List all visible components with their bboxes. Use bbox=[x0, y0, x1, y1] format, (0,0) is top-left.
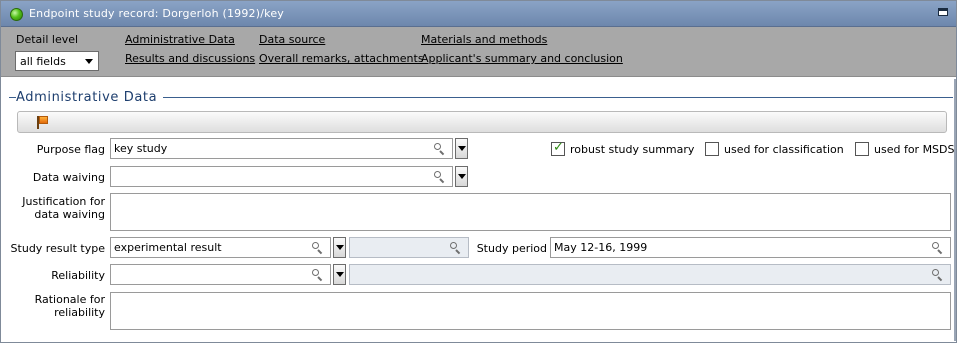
rationale-label-line-2: reliability bbox=[54, 306, 105, 319]
justification-label-line-1: Justification for bbox=[22, 195, 105, 208]
study-result-type-field[interactable]: experimental result bbox=[110, 237, 331, 258]
data-waiving-field[interactable] bbox=[110, 166, 453, 187]
search-icon[interactable] bbox=[434, 171, 446, 184]
window-title: Endpoint study record: Dorgerloh (1992)/… bbox=[29, 7, 284, 20]
scrollbar-edge bbox=[954, 79, 956, 341]
check-icon: ✓ bbox=[553, 140, 564, 155]
flag-bar[interactable] bbox=[17, 111, 947, 133]
study-result-type-label: Study result type bbox=[10, 242, 105, 255]
nav-link-administrative-data[interactable]: Administrative Data bbox=[125, 33, 235, 46]
used-for-msds-label: used for MSDS bbox=[874, 143, 955, 156]
study-period-value: May 12-16, 1999 bbox=[554, 241, 648, 254]
study-period-field[interactable]: May 12-16, 1999 bbox=[550, 237, 951, 258]
reliability-label: Reliability bbox=[51, 269, 105, 282]
study-result-type-dropdown[interactable] bbox=[333, 237, 346, 258]
study-result-type-value: experimental result bbox=[114, 241, 222, 254]
study-result-type-other-field bbox=[349, 237, 469, 258]
study-period-label: Study period bbox=[476, 242, 547, 255]
toolbar: Detail level all fields Administrative D… bbox=[1, 27, 956, 77]
search-icon[interactable] bbox=[932, 242, 944, 255]
nav-link-overall-remarks[interactable]: Overall remarks, attachments bbox=[259, 52, 424, 65]
detail-level-label: Detail level bbox=[16, 33, 79, 46]
minimize-icon[interactable] bbox=[938, 8, 948, 16]
purpose-flag-dropdown[interactable] bbox=[455, 138, 468, 159]
robust-study-summary-checkbox[interactable]: ✓ bbox=[551, 140, 565, 156]
search-icon bbox=[932, 269, 944, 282]
reliability-dropdown[interactable] bbox=[333, 264, 346, 285]
purpose-flag-value: key study bbox=[114, 142, 168, 155]
chevron-down-icon bbox=[336, 272, 344, 277]
nav-link-applicants-summary[interactable]: Applicant's summary and conclusion bbox=[421, 52, 623, 65]
reliability-field[interactable] bbox=[110, 264, 331, 285]
content-panel: Administrative Data Purpose flag key stu… bbox=[9, 79, 955, 341]
search-icon bbox=[450, 242, 462, 255]
chevron-down-icon bbox=[458, 146, 466, 151]
section-title: Administrative Data bbox=[16, 90, 164, 105]
justification-label-line-2: data waiving bbox=[34, 208, 105, 221]
purpose-flag-label: Purpose flag bbox=[36, 143, 105, 156]
used-for-classification-label: used for classification bbox=[724, 143, 844, 156]
chevron-down-icon bbox=[458, 174, 466, 179]
data-waiving-label: Data waiving bbox=[32, 171, 105, 184]
nav-link-data-source[interactable]: Data source bbox=[259, 33, 325, 46]
chevron-down-icon bbox=[85, 59, 93, 64]
detail-level-select[interactable]: all fields bbox=[15, 51, 99, 71]
rationale-label: Rationale for reliability bbox=[9, 293, 105, 319]
purpose-flag-field[interactable]: key study bbox=[110, 138, 453, 159]
justification-textarea[interactable] bbox=[110, 193, 951, 231]
status-green-icon bbox=[10, 8, 23, 21]
used-for-classification-checkbox[interactable] bbox=[705, 142, 719, 156]
title-bar: Endpoint study record: Dorgerloh (1992)/… bbox=[1, 1, 956, 27]
justification-label: Justification for data waiving bbox=[9, 195, 105, 221]
reliability-other-field bbox=[349, 264, 951, 285]
search-icon[interactable] bbox=[312, 242, 324, 255]
detail-level-value: all fields bbox=[20, 55, 66, 68]
data-waiving-dropdown[interactable] bbox=[455, 166, 468, 187]
nav-link-materials-and-methods[interactable]: Materials and methods bbox=[421, 33, 547, 46]
rationale-textarea[interactable] bbox=[110, 292, 951, 330]
endpoint-study-window: Endpoint study record: Dorgerloh (1992)/… bbox=[0, 0, 957, 343]
chevron-down-icon bbox=[336, 245, 344, 250]
rationale-label-line-1: Rationale for bbox=[34, 293, 105, 306]
used-for-msds-checkbox[interactable] bbox=[855, 142, 869, 156]
flag-cloth bbox=[39, 116, 48, 124]
search-icon[interactable] bbox=[312, 269, 324, 282]
nav-link-results-and-discussions[interactable]: Results and discussions bbox=[125, 52, 255, 65]
robust-study-summary-label: robust study summary bbox=[570, 143, 695, 156]
search-icon[interactable] bbox=[434, 143, 446, 156]
